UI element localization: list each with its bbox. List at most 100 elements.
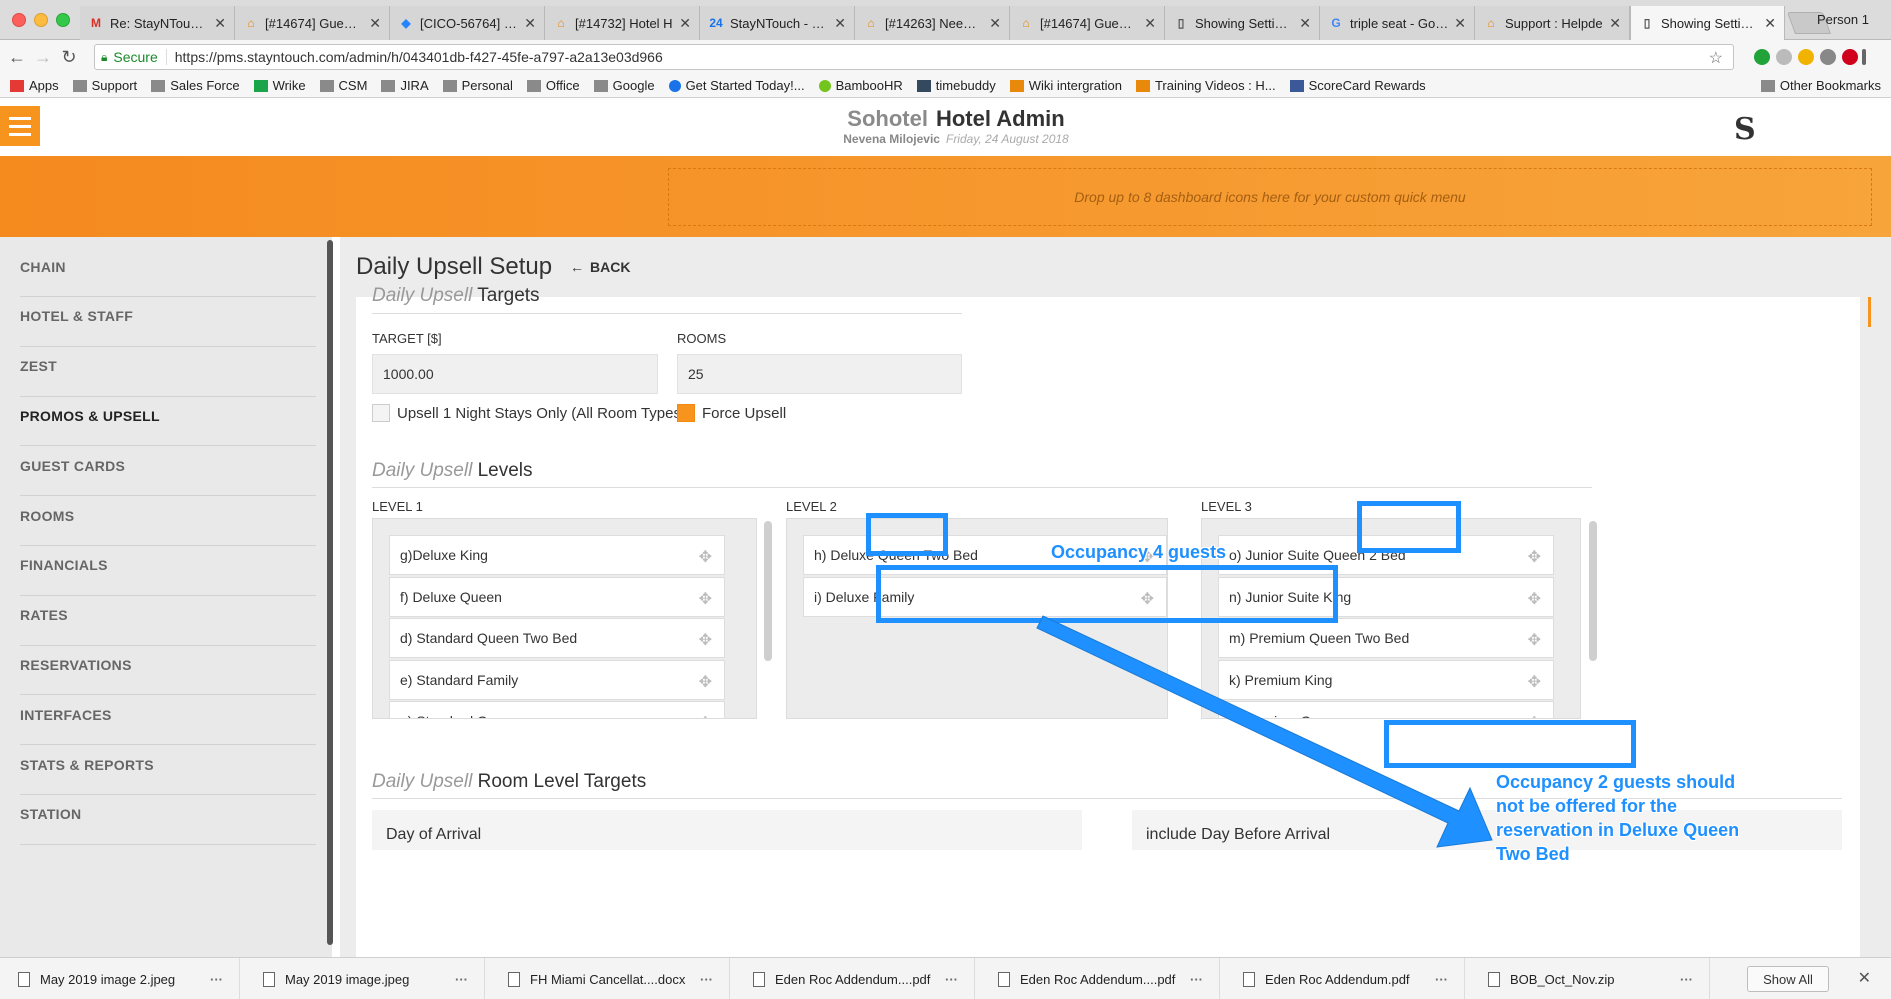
back-arrow-icon[interactable]: ←: [6, 46, 28, 68]
bookmark-item[interactable]: Wrike: [253, 78, 306, 93]
close-tab-icon[interactable]: ✕: [1609, 15, 1621, 32]
browser-menu-icon[interactable]: [1862, 49, 1866, 65]
level-room-item[interactable]: k) Premium King ✥: [1218, 659, 1554, 700]
extension-icon[interactable]: [1776, 49, 1792, 65]
more-options-icon[interactable]: ···: [1190, 972, 1203, 987]
browser-tab[interactable]: 24 StayNTouch - Fric ✕: [700, 6, 855, 40]
close-tab-icon[interactable]: ✕: [369, 15, 381, 32]
drag-handle-icon[interactable]: ✥: [699, 630, 712, 650]
force-upsell-checkbox[interactable]: [677, 404, 695, 422]
download-item[interactable]: Eden Roc Addendum....pdf ···: [980, 958, 1220, 999]
browser-tab[interactable]: ⌂ [#14732] Hotel H ✕: [545, 6, 700, 40]
more-options-icon[interactable]: ···: [210, 972, 223, 987]
more-options-icon[interactable]: ···: [945, 972, 958, 987]
download-item[interactable]: Eden Roc Addendum....pdf ···: [735, 958, 975, 999]
close-downloads-icon[interactable]: ✕: [1858, 968, 1871, 988]
close-tab-icon[interactable]: ✕: [679, 15, 691, 32]
quick-menu-drop-zone[interactable]: Drop up to 8 dashboard icons here for yo…: [668, 168, 1872, 226]
drag-handle-icon[interactable]: ✥: [1528, 547, 1541, 567]
other-bookmarks[interactable]: Other Bookmarks: [1760, 78, 1881, 93]
bookmark-item[interactable]: CSM: [319, 78, 367, 93]
bookmark-item[interactable]: Apps: [10, 78, 59, 93]
close-tab-icon[interactable]: ✕: [1764, 15, 1776, 32]
browser-tab[interactable]: Gtriple seat - Goog ✕: [1320, 6, 1475, 40]
sidebar-scrollbar[interactable]: [327, 240, 333, 945]
bookmark-item[interactable]: Training Videos : H...: [1135, 78, 1276, 93]
bookmark-item[interactable]: Get Started Today!...: [668, 78, 805, 93]
bookmark-item[interactable]: timebuddy: [916, 78, 996, 93]
browser-tab[interactable]: ◆ [CICO-56764] Ho ✕: [390, 6, 545, 40]
extension-icon[interactable]: [1820, 49, 1836, 65]
drag-handle-icon[interactable]: ✥: [1528, 630, 1541, 650]
level-room-item[interactable]: a) Standard Queen ✥: [389, 701, 725, 718]
target-input[interactable]: 1000.00: [372, 354, 658, 394]
download-item[interactable]: Eden Roc Addendum.pdf ···: [1225, 958, 1465, 999]
level-room-item[interactable]: m) Premium Queen Two Bed ✥: [1218, 618, 1554, 658]
hamburger-menu-icon[interactable]: [0, 106, 40, 146]
bookmark-item[interactable]: Sales Force: [151, 78, 240, 93]
level-room-item[interactable]: d) Standard Queen Two Bed ✥: [389, 618, 725, 658]
more-options-icon[interactable]: ···: [455, 972, 468, 987]
close-tab-icon[interactable]: ✕: [214, 15, 226, 32]
download-item[interactable]: May 2019 image.jpeg ···: [245, 958, 485, 999]
bookmark-item[interactable]: Support: [72, 78, 137, 93]
level-3-scrollbar[interactable]: [1589, 521, 1597, 661]
level-room-item[interactable]: e) Standard Family ✥: [389, 659, 725, 700]
bookmark-item[interactable]: Personal: [442, 78, 513, 93]
show-all-downloads-button[interactable]: Show All: [1747, 966, 1829, 992]
forward-arrow-icon[interactable]: →: [32, 46, 54, 68]
download-item[interactable]: BOB_Oct_Nov.zip ···: [1470, 958, 1710, 999]
drag-handle-icon[interactable]: ✥: [699, 547, 712, 567]
content-scrollbar[interactable]: [1868, 297, 1871, 327]
close-tab-icon[interactable]: ✕: [989, 15, 1001, 32]
close-window-icon[interactable]: [12, 13, 26, 27]
bookmark-star-icon[interactable]: ☆: [1709, 48, 1723, 68]
grammarly-extension-icon[interactable]: [1754, 49, 1770, 65]
level-room-item[interactable]: f) Deluxe Queen ✥: [389, 576, 725, 617]
bookmark-item[interactable]: Office: [526, 78, 580, 93]
bookmark-item[interactable]: Google: [593, 78, 655, 93]
extension-icon[interactable]: [1798, 49, 1814, 65]
maximize-window-icon[interactable]: [56, 13, 70, 27]
bookmark-item[interactable]: JIRA: [381, 78, 429, 93]
close-tab-icon[interactable]: ✕: [834, 15, 846, 32]
browser-tab[interactable]: ⌂ Support : Helpde ✕: [1475, 6, 1630, 40]
profile-button[interactable]: Person 1: [1817, 12, 1869, 27]
level-room-item[interactable]: i) Premium Queen ✥: [1218, 701, 1554, 718]
more-options-icon[interactable]: ···: [1680, 972, 1693, 987]
browser-tab[interactable]: ▯ Showing Settings ✕: [1630, 6, 1785, 40]
browser-tab[interactable]: ▯ Showing Settings ✕: [1165, 6, 1320, 40]
url-input[interactable]: 🔒︎ Secure https://pms.stayntouch.com/adm…: [94, 44, 1734, 70]
minimize-window-icon[interactable]: [34, 13, 48, 27]
extension-icon[interactable]: [1842, 49, 1858, 65]
drag-handle-icon[interactable]: ✥: [699, 589, 712, 609]
level-1-scrollbar[interactable]: [764, 521, 772, 661]
close-tab-icon[interactable]: ✕: [524, 15, 536, 32]
drag-handle-icon[interactable]: ✥: [699, 713, 712, 718]
sidebar-item-station[interactable]: STATION: [20, 785, 316, 845]
download-item[interactable]: FH Miami Cancellat....docx ···: [490, 958, 730, 999]
bookmark-item[interactable]: BambooHR: [818, 78, 903, 93]
close-tab-icon[interactable]: ✕: [1299, 15, 1311, 32]
reload-icon[interactable]: ↻: [58, 46, 80, 68]
night-stays-checkbox[interactable]: [372, 404, 390, 422]
drag-handle-icon[interactable]: ✥: [1528, 713, 1541, 718]
close-tab-icon[interactable]: ✕: [1454, 15, 1466, 32]
back-button[interactable]: ← BACK: [570, 259, 630, 275]
day-of-arrival-card[interactable]: Day of Arrival: [372, 810, 1082, 850]
drag-handle-icon[interactable]: ✥: [699, 672, 712, 692]
level-room-item[interactable]: g)Deluxe King ✥: [389, 535, 725, 575]
browser-tab[interactable]: ⌂ [#14674] Guest d ✕: [1010, 6, 1165, 40]
drag-handle-icon[interactable]: ✥: [1528, 672, 1541, 692]
rooms-input[interactable]: 25: [677, 354, 962, 394]
browser-tab[interactable]: ⌂ [#14263] Need to ✕: [855, 6, 1010, 40]
more-options-icon[interactable]: ···: [700, 972, 713, 987]
browser-tab[interactable]: ⌂ [#14674] Guest d ✕: [235, 6, 390, 40]
browser-tab[interactable]: M Re: StayNTouch T ✕: [80, 6, 235, 40]
download-item[interactable]: May 2019 image 2.jpeg ···: [0, 958, 240, 999]
close-tab-icon[interactable]: ✕: [1144, 15, 1156, 32]
drag-handle-icon[interactable]: ✥: [1528, 589, 1541, 609]
bookmark-item[interactable]: Wiki intergration: [1009, 78, 1122, 93]
more-options-icon[interactable]: ···: [1435, 972, 1448, 987]
bookmark-item[interactable]: ScoreCard Rewards: [1289, 78, 1426, 93]
